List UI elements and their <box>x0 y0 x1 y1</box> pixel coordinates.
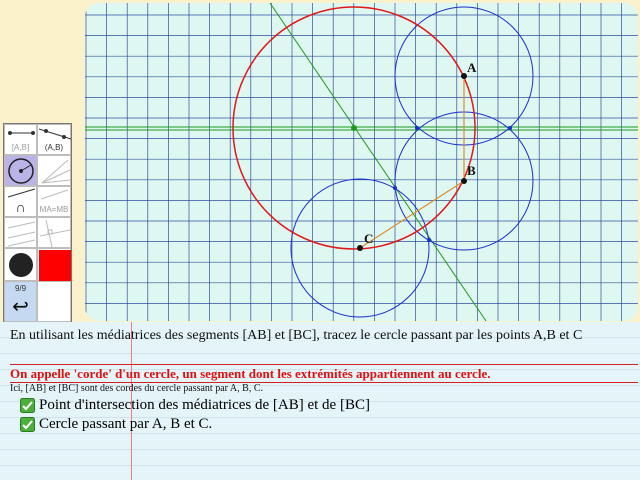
segment-bc[interactable] <box>359 180 465 249</box>
tool-palette: [A,B] (A,B) ∩ MA=MB 9/9 ↩ <box>3 123 72 323</box>
task-item: Cercle passant par A, B et C. <box>20 416 212 433</box>
intersection-marker <box>393 186 397 190</box>
intersection-tool[interactable]: ∩ <box>4 186 37 217</box>
point-b[interactable] <box>461 178 467 184</box>
checkmark-icon <box>20 398 35 413</box>
intersection-marker <box>427 238 431 242</box>
line-tool[interactable]: (A,B) <box>37 124 72 155</box>
page-counter: 9/9 <box>14 284 27 293</box>
point-color-swatch[interactable] <box>4 248 37 281</box>
parallel-tool[interactable] <box>4 217 37 248</box>
point-c-label: C <box>364 231 373 246</box>
rays-tool[interactable] <box>37 155 71 186</box>
circle-tool[interactable] <box>4 155 37 186</box>
point-b-label: B <box>467 163 476 178</box>
task-label: Cercle passant par A, B et C. <box>39 416 213 432</box>
equidistant-tool-label: MA=MB <box>39 205 69 214</box>
circumcenter-point[interactable] <box>351 125 357 131</box>
segment-tool[interactable]: [A,B] <box>4 124 37 155</box>
empty-tool-slot <box>37 281 71 322</box>
definition-text: On appelle 'corde' d'un cercle, un segme… <box>10 364 638 383</box>
intersection-marker <box>508 126 512 130</box>
point-a-label: A <box>467 60 477 75</box>
geometry-canvas[interactable]: A B C <box>85 3 638 321</box>
undo-icon[interactable]: ↩ <box>5 294 36 319</box>
geometry-drawing[interactable]: A B C <box>85 3 638 321</box>
intersection-tool-label: ∩ <box>15 199 26 215</box>
checkmark-icon <box>20 417 35 432</box>
task-item: Point d'intersection des médiatrices de … <box>20 397 370 414</box>
bisector-bc[interactable] <box>269 3 487 321</box>
segment-tool-label: [A,B] <box>11 143 30 152</box>
line-tool-label: (A,B) <box>44 143 64 152</box>
equidistant-tool[interactable]: MA=MB <box>37 186 71 217</box>
intersection-marker <box>415 126 419 130</box>
instruction-text: En utilisant les médiatrices des segment… <box>10 328 583 343</box>
remark-text: Ici, [AB] et [BC] sont des cordes du cer… <box>10 383 263 394</box>
fill-color-swatch[interactable] <box>37 248 71 281</box>
perpendicular-tool[interactable] <box>37 217 71 248</box>
task-label: Point d'intersection des médiatrices de … <box>39 397 370 413</box>
undo-panel[interactable]: 9/9 ↩ <box>4 281 37 322</box>
grid <box>85 3 638 321</box>
point-c[interactable] <box>357 245 363 251</box>
